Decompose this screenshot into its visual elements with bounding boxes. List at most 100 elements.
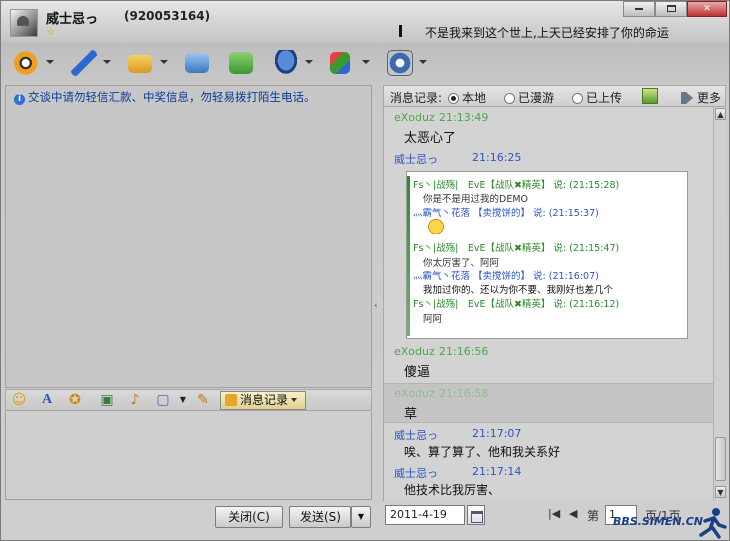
message-item: 威士忌っ 21:17:07 唉、算了算了、他和我关系好: [384, 425, 713, 463]
left-panel: i 交谈中请勿轻信汇款、中奖信息，勿轻易拨打陌生电话。: [5, 85, 372, 388]
email-button[interactable]: [178, 47, 222, 79]
chevron-down-icon[interactable]: [160, 60, 168, 64]
info-icon: i: [14, 94, 25, 105]
message-time: 21:16:56: [439, 345, 489, 358]
maximize-button[interactable]: [655, 1, 687, 17]
create-group-button[interactable]: [222, 47, 266, 79]
chevron-down-icon[interactable]: [46, 60, 54, 64]
scroll-up-icon[interactable]: ▲: [715, 108, 726, 120]
embedded-screenshot[interactable]: Fs丶|战殇| EvE【战队✖精英】 说: (21:15:28) 你是不是用过我…: [406, 171, 688, 339]
cat-emoticon-icon: [427, 218, 445, 234]
message-time: 21:17:07: [472, 427, 522, 440]
magic-emoticon-icon[interactable]: ✪: [66, 392, 84, 408]
send-options-button[interactable]: ▼: [351, 506, 371, 528]
radio-roamed[interactable]: 已漫游: [504, 89, 554, 106]
minimize-icon: [635, 7, 643, 10]
message-text: 唉、算了算了、他和我关系好: [404, 445, 561, 459]
message-sender: eXoduz: [394, 111, 435, 124]
message-item: eXoduz 21:16:56 傻逼: [384, 343, 713, 383]
radio-roamed-label: 已漫游: [518, 91, 555, 105]
message-scrollbar[interactable]: ▲ ▼: [713, 107, 727, 501]
settings-button[interactable]: [380, 47, 437, 79]
date-field[interactable]: 2011-4-19: [385, 505, 465, 525]
speaker-icon: [680, 92, 695, 104]
embedded-line: Fs丶|战殇| EvE【战队✖精英】 说: (21:15:28): [413, 180, 620, 191]
chat-window: 威士忌っ (920053164) ☆ 不是我来到这个世上,上天已经安排了你的命运…: [0, 0, 730, 541]
music-icon[interactable]: ♪: [126, 392, 144, 408]
smiley-icon[interactable]: ☺: [10, 392, 28, 408]
main-toolbar: [7, 47, 437, 79]
apps-button[interactable]: [323, 47, 380, 79]
star-icon[interactable]: ☆: [46, 25, 56, 38]
chevron-left-icon[interactable]: ‹: [374, 301, 378, 311]
video-camera-icon: [14, 50, 40, 76]
create-group-icon: [229, 52, 253, 74]
scrollbar-thumb[interactable]: [715, 437, 726, 481]
embedded-line: 你太厉害了、阿阿: [423, 258, 500, 269]
message-history-header: 消息记录: 本地 已漫游 已上传 更多: [383, 85, 726, 107]
message-sender: 威士忌っ: [394, 153, 438, 166]
close-window-button[interactable]: ✕: [687, 1, 727, 17]
embedded-line: 我加过你的、还以为你不要、我刚好也差几个: [423, 285, 614, 296]
radio-dot: [572, 93, 583, 104]
embedded-line: 你是不是用过我的DEMO: [423, 194, 528, 205]
message-sender: 威士忌っ: [394, 429, 438, 442]
scroll-down-icon[interactable]: ▼: [715, 486, 726, 498]
radio-local-label: 本地: [462, 91, 487, 105]
embedded-line: 灬霸气丶花落 【卖搅饼的】 说: (21:16:07): [413, 271, 599, 282]
more-label: 更多: [696, 91, 721, 105]
message-time: 21:13:49: [439, 111, 489, 124]
message-history-button[interactable]: 消息记录: [220, 391, 306, 410]
send-file-button[interactable]: [121, 47, 178, 79]
video-call-button[interactable]: [7, 47, 64, 79]
radio-dot: [448, 93, 459, 104]
runner-logo-icon: [699, 508, 727, 539]
more-button[interactable]: 更多: [680, 89, 721, 106]
remote-assist-icon: [273, 50, 299, 76]
message-text: 他技术比我厉害、: [404, 483, 501, 497]
panel-splitter[interactable]: ‹: [372, 85, 381, 501]
avatar[interactable]: [10, 9, 38, 37]
page-prefix: 第: [587, 509, 600, 523]
send-button[interactable]: 发送(S): [289, 506, 351, 528]
message-sender: 威士忌っ: [394, 467, 438, 480]
radio-uploaded-label: 已上传: [586, 91, 623, 105]
minimize-button[interactable]: [623, 1, 655, 17]
message-input[interactable]: [5, 412, 372, 500]
shake-icon[interactable]: ✎: [194, 392, 212, 408]
email-icon: [185, 53, 209, 73]
screenshot-icon[interactable]: ▢: [154, 392, 172, 408]
chevron-down-icon[interactable]: [362, 60, 370, 64]
microphone-icon: [71, 50, 97, 76]
chevron-down-icon[interactable]: [419, 60, 427, 64]
chevron-down-icon[interactable]: [305, 60, 313, 64]
message-text: 草: [404, 407, 418, 422]
watermark-text: BBS.SIMEN.CN: [613, 515, 704, 528]
apps-icon: [330, 52, 350, 74]
font-icon[interactable]: A: [38, 392, 56, 408]
prev-page-icon[interactable]: ◀: [569, 507, 577, 520]
close-icon: ✕: [703, 4, 711, 14]
chevron-down-icon: ▼: [357, 512, 365, 521]
voice-call-button[interactable]: [64, 47, 121, 79]
first-page-icon[interactable]: |◀: [548, 507, 560, 520]
chevron-down-icon[interactable]: [103, 60, 111, 64]
contact-qq-number: (920053164): [124, 9, 211, 23]
calendar-icon[interactable]: [467, 505, 485, 525]
export-history-icon[interactable]: [642, 88, 658, 104]
radio-local[interactable]: 本地: [448, 89, 486, 106]
image-icon[interactable]: ▣: [98, 392, 116, 408]
message-history-label: 消息记录: [240, 393, 289, 407]
chevron-down-icon[interactable]: ▼: [174, 392, 192, 408]
message-time: 21:16:58: [439, 387, 489, 400]
close-button[interactable]: 关闭(C): [215, 506, 283, 528]
history-label: 消息记录:: [390, 91, 443, 105]
chevron-down-icon: [291, 398, 298, 402]
message-item: 威士忌っ 21:16:25 Fs丶|战殇| EvE【战队✖精英】 说: (21:…: [384, 149, 713, 345]
watermark: BBS.SIMEN.CN: [613, 507, 730, 541]
remote-assist-button[interactable]: [266, 47, 323, 79]
security-notice: i 交谈中请勿轻信汇款、中奖信息，勿轻易拨打陌生电话。: [14, 89, 316, 105]
message-item-selected[interactable]: eXoduz 21:16:58 草: [384, 383, 713, 423]
contact-signature: 不是我来到这个世上,上天已经安排了你的命运: [425, 26, 669, 40]
radio-uploaded[interactable]: 已上传: [572, 89, 622, 106]
